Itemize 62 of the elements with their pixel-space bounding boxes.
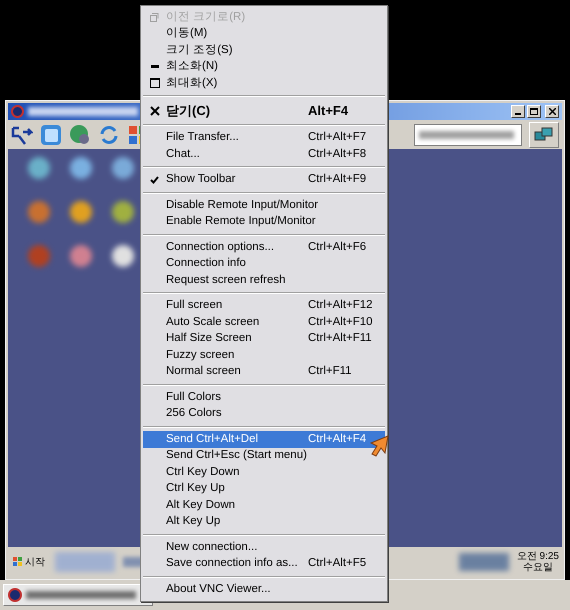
blurred-desktop-icon[interactable] [28, 201, 50, 223]
menu-item[interactable]: Half Size Screen Ctrl+Alt+F11 [143, 330, 385, 347]
menu-item[interactable]: Fuzzy screen [143, 347, 385, 364]
menu-item[interactable]: Alt Key Up [143, 514, 385, 530]
menu-item[interactable]: 크기 조정(S) [143, 42, 385, 58]
address-field[interactable] [414, 124, 522, 146]
menu-item[interactable]: 최소화(N) [143, 58, 385, 75]
start-button[interactable]: 시작 [11, 554, 47, 570]
menu-item[interactable]: 최대화(X) [143, 75, 385, 92]
blurred-desktop-icon[interactable] [70, 201, 92, 223]
blurred-tray-icons [458, 553, 509, 571]
clock-time: 오전 9:25 [516, 551, 559, 562]
menu-item[interactable]: Auto Scale screen Ctrl+Alt+F10 [143, 314, 385, 330]
menu-item[interactable]: Disable Remote Input/Monitor [143, 197, 385, 214]
minimize-icon [150, 65, 158, 68]
maximize-button[interactable] [527, 105, 541, 118]
check-icon [150, 176, 159, 184]
menu-item[interactable]: Send Ctrl+Alt+Del Ctrl+Alt+F4 [143, 431, 385, 448]
blurred-desktop-icon[interactable] [70, 157, 92, 179]
blurred-desktop-icon[interactable] [112, 201, 134, 223]
blurred-desktop-icon[interactable] [28, 157, 50, 179]
cursor-arrow-icon [370, 435, 390, 457]
menu-item[interactable]: Full Colors [143, 389, 385, 406]
blurred-desktop-icon[interactable] [70, 245, 92, 267]
taskbar-button[interactable] [3, 584, 153, 606]
computers-icon [534, 126, 554, 142]
window-icon[interactable] [40, 124, 62, 146]
menu-item[interactable]: Ctrl Key Down [143, 464, 385, 480]
restore-icon [150, 12, 159, 22]
app-icon [8, 588, 22, 602]
menu-item[interactable]: Send Ctrl+Esc (Start menu) [143, 448, 385, 464]
menu-item[interactable]: Ctrl Key Up [143, 480, 385, 497]
menu-item[interactable]: Full screen Ctrl+Alt+F12 [143, 298, 385, 314]
menu-item[interactable]: File Transfer... Ctrl+Alt+F7 [143, 130, 385, 146]
menu-item[interactable]: Connection info [143, 256, 385, 272]
menu-item[interactable]: New connection... [143, 539, 385, 556]
menu-item[interactable]: 닫기(C) Alt+F4 [143, 100, 385, 120]
menu-item[interactable]: Chat... Ctrl+Alt+F8 [143, 146, 385, 162]
minimize-button[interactable] [511, 105, 525, 118]
maximize-icon [150, 78, 160, 88]
menu-item[interactable]: 이동(M) [143, 26, 385, 42]
menu-item[interactable]: 256 Colors [143, 406, 385, 422]
blurred-desktop-icon[interactable] [112, 157, 134, 179]
menu-item[interactable]: Connection options... Ctrl+Alt+F6 [143, 239, 385, 256]
menu-item[interactable]: Request screen refresh [143, 272, 385, 288]
menu-item[interactable]: Normal screen Ctrl+F11 [143, 364, 385, 380]
blurred-quick-launch [55, 552, 115, 572]
close-icon [548, 108, 556, 115]
menu-item[interactable]: Save connection info as... Ctrl+Alt+F5 [143, 556, 385, 572]
menu-item[interactable]: Show Toolbar Ctrl+Alt+F9 [143, 172, 385, 188]
windows-flag-icon [13, 557, 23, 567]
app-icon [11, 105, 24, 118]
minimize-icon [515, 113, 521, 115]
close-button[interactable] [545, 105, 559, 118]
blurred-desktop-icon[interactable] [112, 245, 134, 267]
clock-day: 수요일 [522, 562, 553, 573]
menu-item[interactable]: Alt Key Down [143, 497, 385, 514]
close-icon [150, 106, 160, 116]
maximize-icon [530, 108, 538, 115]
connect-button[interactable] [529, 122, 559, 148]
menu-item[interactable]: Enable Remote Input/Monitor [143, 214, 385, 230]
refresh-icon[interactable] [98, 124, 120, 146]
